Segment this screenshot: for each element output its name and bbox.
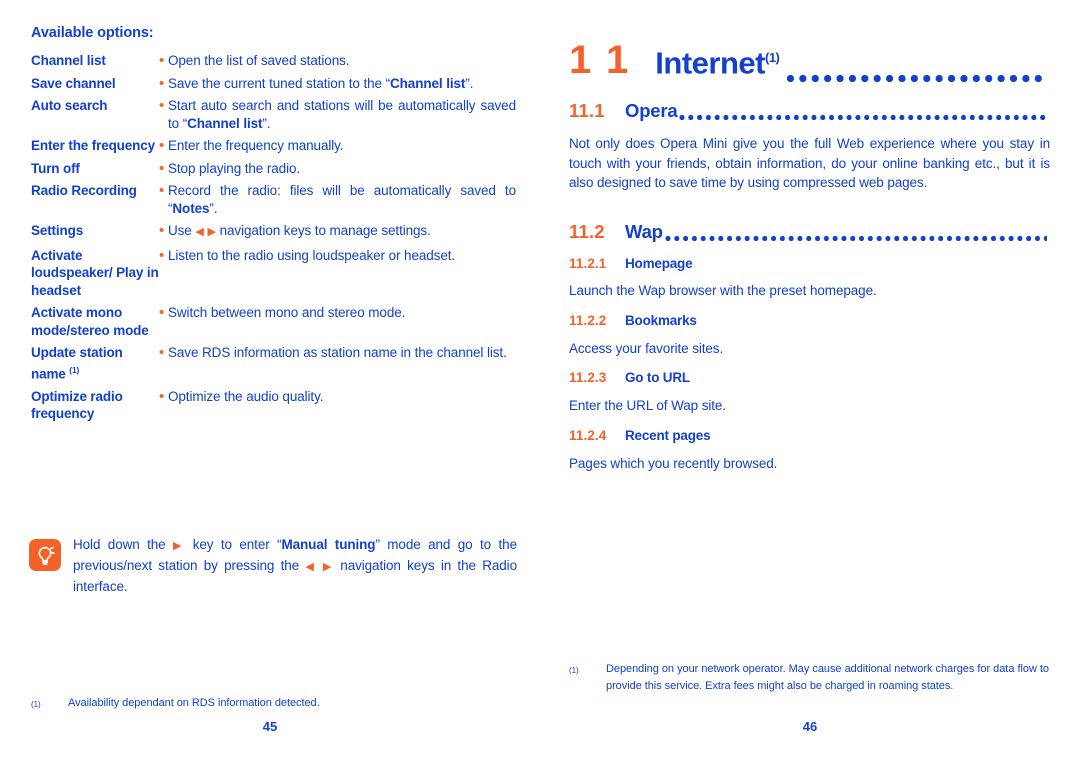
option-row: Settings • Use ◀ ▶ navigation keys to mana… [31,222,516,242]
option-row: Save channel • Save the current tuned stat… [31,75,516,93]
chapter-number: 11 [569,38,646,83]
footnote-text: Availability dependant on RDS informatio… [68,697,320,709]
section-number-opera: 11.1 [569,100,605,121]
bullet-icon: • [159,246,165,264]
subsection-heading-homepage: 11.2.1 Homepage [569,256,1050,271]
subsection-heading-recentpages: 11.2.4 Recent pages [569,428,1050,443]
subsection-number-gotourl: 11.2.3 [569,370,607,385]
option-description: Record the radio: files will be automati… [168,183,516,216]
option-label: Enter the frequency [31,138,155,153]
subsection-number-recentpages: 11.2.4 [569,428,607,443]
subsection-desc-homepage: Launch the Wap browser with the preset h… [569,283,877,298]
bullet-icon: • [159,387,165,405]
tip-callout: Hold down the ▶ key to enter “Manual tun… [29,535,517,596]
option-row: Radio Recording • Record the radio: files … [31,182,516,217]
option-description: Use ◀ ▶ navigation keys to manage settin… [168,223,431,238]
leader-dots-wap [663,229,1047,243]
chapter-title: Internet(1) [655,36,780,85]
bullet-icon: • [159,137,165,154]
footnote-text: Depending on your network operator. May … [606,663,1049,692]
option-label: Settings [31,223,84,238]
footnote-left: (1) Availability dependant on RDS inform… [31,695,461,713]
bullet-icon: • [159,74,165,92]
option-label: Activate mono mode/stereo mode [31,305,149,338]
option-description: Start auto search and stations will be a… [168,98,516,131]
chapter-heading: 11 Internet(1) [569,36,1047,85]
option-label: Optimize radio frequency [31,388,123,422]
leader-dots-opera [678,108,1047,122]
page-number-right: 46 [802,719,818,734]
option-description: Stop playing the radio. [168,160,301,176]
subsection-title-bookmarks: Bookmarks [625,313,697,328]
chapter-footnote-marker: (1) [764,50,780,65]
option-description: Save RDS information as station name in … [168,345,507,360]
option-label: Radio Recording [31,183,137,198]
section-heading-wap: 11.2 Wap [569,221,1047,243]
bullet-icon: • [159,344,165,361]
bullet-icon: • [159,159,165,177]
bullet-icon: • [159,182,165,199]
subsection-heading-bookmarks: 11.2.2 Bookmarks [569,313,1050,328]
bullet-icon: • [159,304,165,321]
available-options-table: Channel list • Open the list of saved stat… [31,52,516,428]
subsection-heading-gotourl: 11.2.3 Go to URL [569,370,1050,385]
option-description: Switch between mono and stereo mode. [168,305,406,320]
chapter-title-text: Internet [655,45,765,81]
option-row: Auto search • Start auto search and statio… [31,97,516,132]
section-number-wap: 11.2 [569,221,605,242]
option-row: Turn off • Stop playing the radio. [31,160,516,178]
leader-dots-chapter [785,63,1047,85]
section-heading-opera: 11.1 Opera [569,100,1047,122]
option-label: Update station name (1) [31,345,123,381]
subsection-title-homepage: Homepage [625,256,693,271]
subsection-number-bookmarks: 11.2.2 [569,313,607,328]
option-description: Save the current tuned station to the “C… [168,75,474,91]
option-row: Update station name (1) • Save RDS informa… [31,344,516,383]
option-description: Listen to the radio using loudspeaker or… [168,247,456,263]
bullet-icon: • [159,97,165,114]
available-options-title: Available options: [31,25,154,41]
option-label: Save channel [31,75,116,91]
option-label: Activate loudspeaker/ Play in headset [31,247,159,298]
tip-text: Hold down the ▶ key to enter “Manual tun… [73,537,517,594]
subsection-desc-recentpages: Pages which you recently browsed. [569,456,778,471]
option-row: Activate mono mode/stereo mode • Switch be… [31,304,516,339]
option-label: Turn off [31,160,80,176]
lightbulb-icon [29,539,61,571]
section-title-wap: Wap [625,221,663,242]
opera-paragraph: Not only does Opera Mini give you the fu… [569,136,1050,190]
option-description: Optimize the audio quality. [168,388,324,404]
bullet-icon: • [159,222,165,239]
page-number-left: 45 [262,719,278,734]
option-description: Enter the frequency manually. [168,138,344,153]
bullet-icon: • [159,52,165,69]
option-description: Open the list of saved stations. [168,53,350,68]
subsection-title-gotourl: Go to URL [625,370,690,385]
subsection-title-recentpages: Recent pages [625,428,711,443]
footnote-marker: (1) [569,666,579,675]
subsection-desc-bookmarks: Access your favorite sites. [569,341,724,356]
option-label: Auto search [31,98,108,113]
left-page: Available options: Channel list • Open the… [0,0,540,767]
footnote-right: (1) Depending on your network operator. … [569,661,1049,695]
subsection-number-homepage: 11.2.1 [569,256,607,271]
subsection-desc-gotourl: Enter the URL of Wap site. [569,398,726,413]
footnote-marker: (1) [31,700,41,709]
option-row: Channel list • Open the list of saved stat… [31,52,516,70]
option-row: Activate loudspeaker/ Play in headset • Li… [31,247,516,300]
option-row: Optimize radio frequency • Optimize the au… [31,388,516,423]
section-title-opera: Opera [625,100,678,121]
option-row: Enter the frequency • Enter the frequency … [31,137,516,155]
option-label: Channel list [31,53,106,68]
